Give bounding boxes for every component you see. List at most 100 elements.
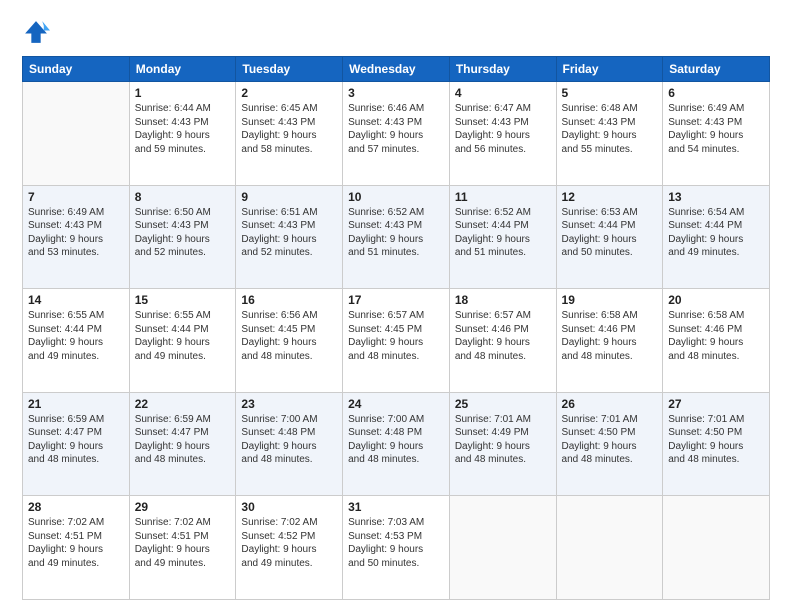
- calendar-cell: 27 Sunrise: 7:01 AMSunset: 4:50 PMDayligh…: [663, 392, 770, 496]
- weekday-row: SundayMondayTuesdayWednesdayThursdayFrid…: [23, 57, 770, 82]
- day-number: 10: [348, 190, 444, 204]
- calendar-cell: 8Sunrise: 6:50 AMSunset: 4:43 PMDaylight…: [129, 185, 236, 289]
- calendar-cell: 23 Sunrise: 7:00 AMSunset: 4:48 PMDayligh…: [236, 392, 343, 496]
- calendar-cell: 20 Sunrise: 6:58 AMSunset: 4:46 PMDayligh…: [663, 289, 770, 393]
- calendar-cell: 3 Sunrise: 6:46 AMSunset: 4:43 PMDaylight…: [343, 82, 450, 186]
- calendar-cell: 18Sunrise: 6:57 AMSunset: 4:46 PMDayligh…: [449, 289, 556, 393]
- day-number: 30: [241, 500, 337, 514]
- calendar-body: 1 Sunrise: 6:44 AMSunset: 4:43 PMDaylight…: [23, 82, 770, 600]
- weekday-tuesday: Tuesday: [236, 57, 343, 82]
- calendar-cell: 1 Sunrise: 6:44 AMSunset: 4:43 PMDaylight…: [129, 82, 236, 186]
- day-number: 1: [135, 86, 231, 100]
- day-info: Sunrise: 6:55 AMSunset: 4:44 PMDaylight:…: [28, 309, 124, 363]
- calendar-week-row: 7Sunrise: 6:49 AMSunset: 4:43 PMDaylight…: [23, 185, 770, 289]
- day-number: 9: [241, 190, 337, 204]
- day-number: 11: [455, 190, 551, 204]
- weekday-thursday: Thursday: [449, 57, 556, 82]
- day-number: 3: [348, 86, 444, 100]
- day-info: Sunrise: 6:57 AMSunset: 4:45 PMDaylight:…: [348, 309, 444, 363]
- day-info: Sunrise: 7:02 AMSunset: 4:52 PMDaylight:…: [241, 516, 337, 570]
- calendar-cell: 4 Sunrise: 6:47 AMSunset: 4:43 PMDaylight…: [449, 82, 556, 186]
- calendar-cell: [663, 496, 770, 600]
- weekday-wednesday: Wednesday: [343, 57, 450, 82]
- logo: [22, 18, 54, 46]
- day-number: 12: [562, 190, 658, 204]
- day-number: 14: [28, 293, 124, 307]
- calendar-cell: 21Sunrise: 6:59 AMSunset: 4:47 PMDayligh…: [23, 392, 130, 496]
- calendar-cell: 29 Sunrise: 7:02 AMSunset: 4:51 PMDayligh…: [129, 496, 236, 600]
- calendar-table: SundayMondayTuesdayWednesdayThursdayFrid…: [22, 56, 770, 600]
- day-number: 26: [562, 397, 658, 411]
- day-number: 29: [135, 500, 231, 514]
- day-info: Sunrise: 6:58 AMSunset: 4:46 PMDaylight:…: [562, 309, 658, 363]
- calendar-cell: 6 Sunrise: 6:49 AMSunset: 4:43 PMDaylight…: [663, 82, 770, 186]
- day-info: Sunrise: 6:46 AMSunset: 4:43 PMDaylight:…: [348, 102, 444, 156]
- weekday-saturday: Saturday: [663, 57, 770, 82]
- day-info: Sunrise: 6:58 AMSunset: 4:46 PMDaylight:…: [668, 309, 764, 363]
- day-info: Sunrise: 7:01 AMSunset: 4:49 PMDaylight:…: [455, 413, 551, 467]
- weekday-sunday: Sunday: [23, 57, 130, 82]
- calendar-cell: 26Sunrise: 7:01 AMSunset: 4:50 PMDayligh…: [556, 392, 663, 496]
- day-number: 19: [562, 293, 658, 307]
- day-info: Sunrise: 6:56 AMSunset: 4:45 PMDaylight:…: [241, 309, 337, 363]
- day-info: Sunrise: 6:49 AMSunset: 4:43 PMDaylight:…: [28, 206, 124, 260]
- day-info: Sunrise: 6:55 AMSunset: 4:44 PMDaylight:…: [135, 309, 231, 363]
- calendar-cell: 12 Sunrise: 6:53 AMSunset: 4:44 PMDayligh…: [556, 185, 663, 289]
- header: [22, 18, 770, 46]
- calendar-cell: [23, 82, 130, 186]
- day-number: 17: [348, 293, 444, 307]
- calendar-week-row: 28 Sunrise: 7:02 AMSunset: 4:51 PMDayligh…: [23, 496, 770, 600]
- day-number: 16: [241, 293, 337, 307]
- calendar-cell: 9 Sunrise: 6:51 AMSunset: 4:43 PMDaylight…: [236, 185, 343, 289]
- day-number: 4: [455, 86, 551, 100]
- day-info: Sunrise: 7:00 AMSunset: 4:48 PMDaylight:…: [348, 413, 444, 467]
- day-info: Sunrise: 7:02 AMSunset: 4:51 PMDaylight:…: [28, 516, 124, 570]
- day-number: 23: [241, 397, 337, 411]
- day-info: Sunrise: 6:50 AMSunset: 4:43 PMDaylight:…: [135, 206, 231, 260]
- weekday-monday: Monday: [129, 57, 236, 82]
- calendar-cell: 16 Sunrise: 6:56 AMSunset: 4:45 PMDayligh…: [236, 289, 343, 393]
- day-info: Sunrise: 6:59 AMSunset: 4:47 PMDaylight:…: [135, 413, 231, 467]
- calendar-cell: 5Sunrise: 6:48 AMSunset: 4:43 PMDaylight…: [556, 82, 663, 186]
- calendar-cell: 17 Sunrise: 6:57 AMSunset: 4:45 PMDayligh…: [343, 289, 450, 393]
- day-number: 27: [668, 397, 764, 411]
- calendar-cell: 7Sunrise: 6:49 AMSunset: 4:43 PMDaylight…: [23, 185, 130, 289]
- day-info: Sunrise: 6:49 AMSunset: 4:43 PMDaylight:…: [668, 102, 764, 156]
- day-number: 22: [135, 397, 231, 411]
- calendar-cell: 15Sunrise: 6:55 AMSunset: 4:44 PMDayligh…: [129, 289, 236, 393]
- day-info: Sunrise: 6:53 AMSunset: 4:44 PMDaylight:…: [562, 206, 658, 260]
- day-info: Sunrise: 7:01 AMSunset: 4:50 PMDaylight:…: [668, 413, 764, 467]
- day-info: Sunrise: 6:51 AMSunset: 4:43 PMDaylight:…: [241, 206, 337, 260]
- day-info: Sunrise: 6:44 AMSunset: 4:43 PMDaylight:…: [135, 102, 231, 156]
- calendar-week-row: 21Sunrise: 6:59 AMSunset: 4:47 PMDayligh…: [23, 392, 770, 496]
- day-number: 6: [668, 86, 764, 100]
- day-info: Sunrise: 7:02 AMSunset: 4:51 PMDaylight:…: [135, 516, 231, 570]
- day-info: Sunrise: 6:47 AMSunset: 4:43 PMDaylight:…: [455, 102, 551, 156]
- calendar-cell: [449, 496, 556, 600]
- day-number: 28: [28, 500, 124, 514]
- day-info: Sunrise: 6:45 AMSunset: 4:43 PMDaylight:…: [241, 102, 337, 156]
- calendar-cell: 11Sunrise: 6:52 AMSunset: 4:44 PMDayligh…: [449, 185, 556, 289]
- day-number: 20: [668, 293, 764, 307]
- calendar-cell: 31Sunrise: 7:03 AMSunset: 4:53 PMDayligh…: [343, 496, 450, 600]
- calendar-cell: 2 Sunrise: 6:45 AMSunset: 4:43 PMDaylight…: [236, 82, 343, 186]
- calendar-header: SundayMondayTuesdayWednesdayThursdayFrid…: [23, 57, 770, 82]
- calendar-cell: [556, 496, 663, 600]
- day-info: Sunrise: 6:52 AMSunset: 4:43 PMDaylight:…: [348, 206, 444, 260]
- day-info: Sunrise: 6:48 AMSunset: 4:43 PMDaylight:…: [562, 102, 658, 156]
- calendar-cell: 13 Sunrise: 6:54 AMSunset: 4:44 PMDayligh…: [663, 185, 770, 289]
- day-number: 2: [241, 86, 337, 100]
- day-number: 13: [668, 190, 764, 204]
- day-info: Sunrise: 6:57 AMSunset: 4:46 PMDaylight:…: [455, 309, 551, 363]
- day-info: Sunrise: 7:03 AMSunset: 4:53 PMDaylight:…: [348, 516, 444, 570]
- calendar-cell: 25 Sunrise: 7:01 AMSunset: 4:49 PMDayligh…: [449, 392, 556, 496]
- day-info: Sunrise: 7:00 AMSunset: 4:48 PMDaylight:…: [241, 413, 337, 467]
- calendar-cell: 24 Sunrise: 7:00 AMSunset: 4:48 PMDayligh…: [343, 392, 450, 496]
- calendar-week-row: 14 Sunrise: 6:55 AMSunset: 4:44 PMDayligh…: [23, 289, 770, 393]
- calendar-cell: 19 Sunrise: 6:58 AMSunset: 4:46 PMDayligh…: [556, 289, 663, 393]
- day-number: 25: [455, 397, 551, 411]
- day-number: 24: [348, 397, 444, 411]
- day-info: Sunrise: 6:54 AMSunset: 4:44 PMDaylight:…: [668, 206, 764, 260]
- weekday-friday: Friday: [556, 57, 663, 82]
- calendar-cell: 28 Sunrise: 7:02 AMSunset: 4:51 PMDayligh…: [23, 496, 130, 600]
